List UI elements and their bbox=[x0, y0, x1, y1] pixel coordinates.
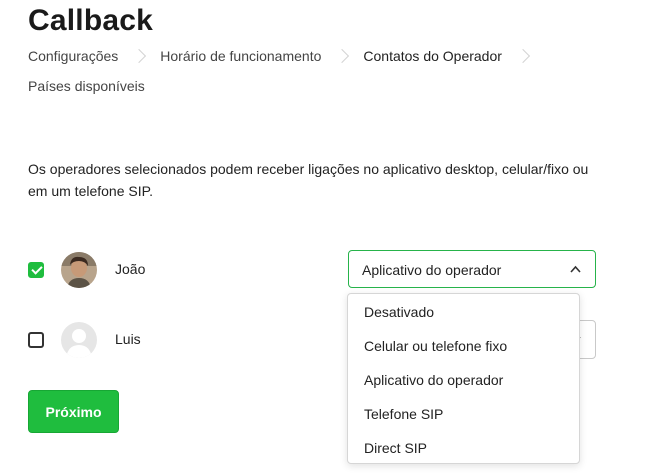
option-desativado[interactable]: Desativado bbox=[348, 295, 579, 329]
page-title: Callback bbox=[28, 4, 153, 37]
avatar bbox=[61, 252, 97, 288]
operator-name: Luis bbox=[115, 331, 141, 347]
operator-checkbox[interactable] bbox=[28, 332, 44, 348]
tab-paises-disponiveis[interactable]: Países disponíveis bbox=[28, 74, 145, 98]
option-aplicativo-do-operador[interactable]: Aplicativo do operador bbox=[348, 363, 579, 397]
tab-label: Horário de funcionamento bbox=[160, 48, 322, 64]
avatar bbox=[61, 322, 97, 358]
tab-label: Configurações bbox=[28, 48, 119, 64]
description-text: Os operadores selecionados podem receber… bbox=[28, 161, 589, 199]
option-celular-ou-telefone-fixo[interactable]: Celular ou telefone fixo bbox=[348, 329, 579, 363]
tab-configuracoes[interactable]: Configurações bbox=[28, 44, 147, 68]
chevron-right-icon bbox=[335, 48, 350, 64]
operator-row: João Aplicativo do operador bbox=[28, 250, 608, 290]
option-direct-sip[interactable]: Direct SIP bbox=[348, 431, 579, 465]
select-value: Aplicativo do operador bbox=[362, 262, 502, 278]
chevron-right-icon bbox=[132, 48, 147, 64]
tab-label: Contatos do Operador bbox=[363, 48, 502, 64]
tab-horario-de-funcionamento[interactable]: Horário de funcionamento bbox=[160, 44, 350, 68]
tab-label: Países disponíveis bbox=[28, 78, 145, 94]
next-button[interactable]: Próximo bbox=[28, 390, 119, 433]
tab-contatos-do-operador[interactable]: Contatos do Operador bbox=[363, 44, 530, 68]
operator-checkbox[interactable] bbox=[28, 262, 44, 278]
tab-bar: Configurações Horário de funcionamento C… bbox=[28, 44, 648, 98]
contact-type-dropdown: Desativado Celular ou telefone fixo Apli… bbox=[347, 293, 580, 464]
chevron-right-icon bbox=[515, 48, 530, 64]
option-telefone-sip[interactable]: Telefone SIP bbox=[348, 397, 579, 431]
operator-name: João bbox=[115, 261, 146, 277]
chevron-up-icon bbox=[570, 265, 581, 273]
contact-type-select[interactable]: Aplicativo do operador bbox=[348, 250, 596, 288]
